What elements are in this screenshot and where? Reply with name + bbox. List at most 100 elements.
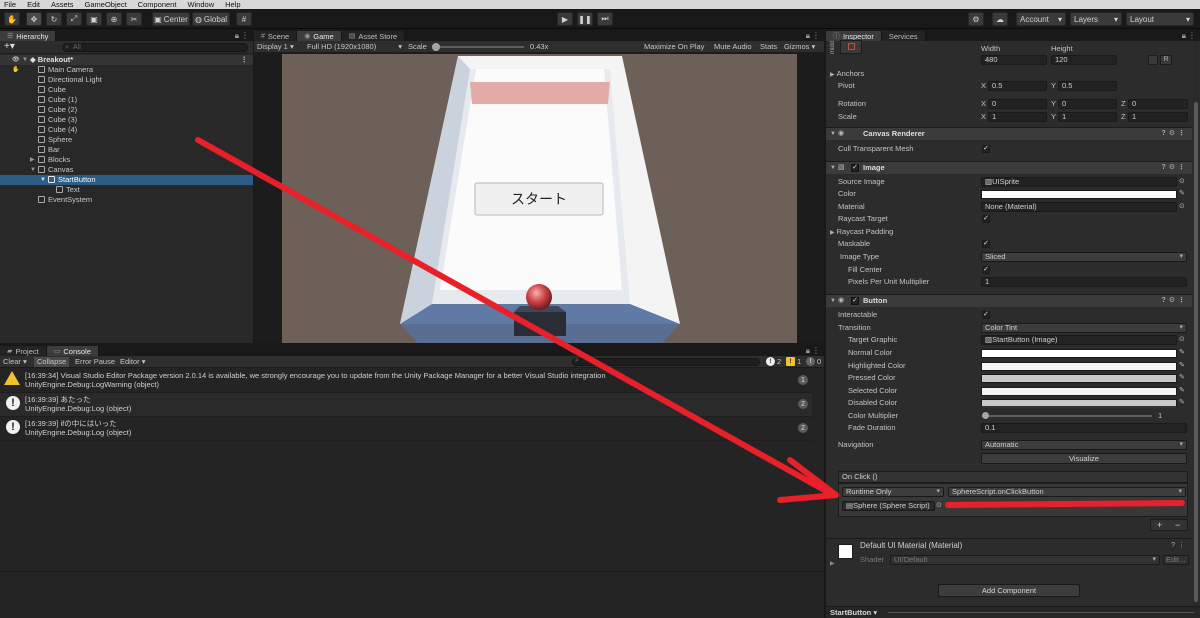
selected-color-swatch[interactable] [981,387,1177,396]
eyedropper-icon[interactable]: ✎ [1179,373,1185,381]
hierarchy-search-input[interactable]: ⌕ All [62,43,248,52]
target-graphic-field[interactable]: ▧StartButton (Image) [981,335,1177,345]
hierarchy-item[interactable]: Cube (1) [0,95,253,105]
anchors-foldout[interactable]: ▶ Anchors [830,68,864,80]
collapse-toggle[interactable]: Collapse [34,357,70,367]
raycast-target-checkbox[interactable]: ✓ [982,215,990,223]
object-picker-icon[interactable]: ⊙ [1179,202,1185,210]
height-field[interactable]: 120 [1051,55,1117,65]
scrollbar-thumb[interactable] [1194,102,1198,602]
gizmos-dropdown[interactable]: Gizmos ▾ [784,42,815,52]
anchor-preset-button[interactable] [840,40,862,54]
hierarchy-item[interactable]: EventSystem [0,195,253,205]
color-swatch[interactable] [981,190,1177,199]
pressed-color-swatch[interactable] [981,374,1177,383]
image-type-dropdown[interactable]: Sliced [981,252,1187,262]
global-local-toggle[interactable]: ◍ Global [192,12,230,26]
grid-snap-icon[interactable]: # [236,12,252,26]
console-log-row[interactable]: ! [16:39:39] あたった UnityEngine.Debug:Log (… [0,393,812,417]
scale-slider-handle[interactable] [432,43,440,51]
color-multiplier-slider-track[interactable] [984,415,1152,417]
hierarchy-item[interactable]: Cube (2) [0,105,253,115]
cloud-icon[interactable]: ☁ [992,12,1008,26]
scene-kebab-icon[interactable]: ⋮ [241,55,249,65]
console-divider[interactable] [0,571,824,572]
services-gear-icon[interactable]: ⚙ [968,12,984,26]
pivot-x-field[interactable]: 0.5 [988,81,1047,91]
rotation-y-field[interactable]: 0 [1058,99,1117,109]
hand-tool-icon[interactable]: ✋ [4,12,20,26]
runtime-only-dropdown[interactable]: Runtime Only [842,487,944,497]
play-button[interactable]: ▶ [557,12,573,26]
material-menu-icons[interactable]: ?⋮ [1171,541,1188,549]
scene-visibility-icon[interactable]: 👁︎ [12,55,20,65]
target-object-field[interactable]: ▤Sphere (Sphere Script) [842,501,935,511]
lock-icon[interactable]: 🔒︎ [235,31,239,41]
blueprint-mode-button[interactable] [1148,55,1158,65]
scale-tool-icon[interactable]: ⤢ [66,12,82,26]
shader-dropdown[interactable]: UI/Default [890,555,1160,565]
custom-tool-icon[interactable]: ✂ [126,12,142,26]
layers-dropdown[interactable]: Layers ▾ [1070,12,1122,26]
info-count-toggle[interactable]: ! 2 [766,357,781,366]
add-component-button[interactable]: Add Component [938,584,1080,597]
scene-row[interactable]: 👁︎ ▼ ◆ Breakout* ⋮ [0,55,253,65]
eyedropper-icon[interactable]: ✎ [1179,361,1185,369]
editor-dropdown[interactable]: Editor ▾ [117,357,148,367]
kebab-menu-icon[interactable]: ⋮ [241,31,249,40]
component-menu-icons[interactable]: ?⚙⋮ [1161,162,1188,174]
preview-object-dropdown[interactable]: StartButton ▾ [830,608,877,617]
pivot-y-field[interactable]: 0.5 [1058,81,1117,91]
cull-transparent-checkbox[interactable]: ✓ [982,145,990,153]
expand-arrow-icon[interactable]: ▶ [30,155,35,165]
width-field[interactable]: 480 [981,55,1047,65]
transform-tool-icon[interactable]: ⊕ [106,12,122,26]
material-field[interactable]: None (Material) [981,202,1177,212]
tab-game[interactable]: ◉ Game [297,31,342,41]
tab-scene[interactable]: # Scene [254,31,298,41]
ppu-multiplier-field[interactable]: 1 [981,277,1187,287]
hierarchy-item[interactable]: Directional Light [0,75,253,85]
warning-count-toggle[interactable]: ! 1 [786,357,801,366]
pivot-center-toggle[interactable]: ▣ Center [152,12,190,26]
kebab-menu-icon[interactable]: ⋮ [812,346,820,355]
clear-dropdown[interactable]: Clear ▾ [0,357,30,367]
add-plus-icon[interactable]: +▾ [4,41,15,53]
console-log-row[interactable]: [16:39:34] Visual Studio Editor Package … [0,369,812,393]
navigation-dropdown[interactable]: Automatic [981,440,1187,450]
image-component-header[interactable]: ▼ ▧ ✓ Image ?⚙⋮ [826,161,1192,174]
normal-color-swatch[interactable] [981,349,1177,358]
tab-console[interactable]: ▭ Console [46,346,99,356]
object-picker-icon[interactable]: ⊙ [1179,335,1185,343]
hierarchy-item[interactable]: Cube [0,85,253,95]
color-multiplier-slider-handle[interactable] [982,412,989,419]
eyedropper-icon[interactable]: ✎ [1179,189,1185,197]
hierarchy-item-selected[interactable]: ▼ StartButton [0,175,253,185]
component-menu-icons[interactable]: ?⚙⋮ [1161,128,1188,140]
pause-button[interactable]: ❚❚ [577,12,593,26]
hierarchy-item[interactable]: Text [0,185,253,195]
image-enabled-checkbox[interactable]: ✓ [851,164,859,172]
kebab-menu-icon[interactable]: ⋮ [1188,31,1196,40]
preview-divider[interactable] [888,612,1194,613]
transition-dropdown[interactable]: Color Tint [981,323,1187,333]
menu-help[interactable]: Help [225,0,240,9]
button-enabled-checkbox[interactable]: ✓ [851,297,859,305]
maskable-checkbox[interactable]: ✓ [982,240,990,248]
eyedropper-icon[interactable]: ✎ [1179,348,1185,356]
rotation-z-field[interactable]: 0 [1128,99,1188,109]
scene-pick-icon[interactable]: ✋ [12,65,19,75]
highlighted-color-swatch[interactable] [981,362,1177,371]
step-button[interactable]: ⏭ [597,12,613,26]
inspector-scrollbar[interactable] [1193,42,1199,607]
hierarchy-item[interactable]: ✋ Main Camera [0,65,253,75]
raycast-padding-foldout[interactable]: ▶ Raycast Padding [830,226,893,238]
hierarchy-item[interactable]: Cube (4) [0,125,253,135]
menu-component[interactable]: Component [138,0,177,9]
rotation-x-field[interactable]: 0 [988,99,1047,109]
fill-center-checkbox[interactable]: ✓ [982,266,990,274]
component-menu-icons[interactable]: ?⚙⋮ [1161,295,1188,307]
hierarchy-item[interactable]: Sphere [0,135,253,145]
visualize-button[interactable]: Visualize [981,453,1187,464]
account-dropdown[interactable]: Account ▾ [1016,12,1066,26]
